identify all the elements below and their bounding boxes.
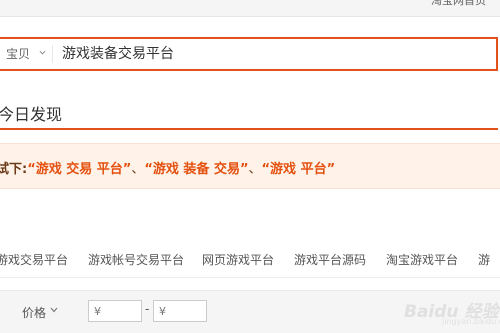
- search-input[interactable]: [62, 39, 482, 69]
- suggestion-line: 试下:“游戏 交易 平台”、“游戏 装备 交易”、“游戏 平台”: [0, 158, 335, 177]
- related-search-link[interactable]: 游: [478, 251, 490, 268]
- baidu-jingyan-watermark: Baidu 经验 jingyan.baidu.com: [402, 295, 500, 329]
- related-search-link[interactable]: 游戏帐号交易平台: [88, 251, 184, 268]
- chevron-down-icon: [39, 50, 46, 55]
- suggestion-keyword-2[interactable]: “游戏 装备 交易”: [144, 162, 248, 177]
- related-search-link[interactable]: 游戏交易平台: [0, 251, 68, 268]
- suggestion-separator: 、: [248, 162, 262, 177]
- suggestion-prefix: 试下:: [0, 162, 28, 177]
- suggestion-bar: 试下:“游戏 交易 平台”、“游戏 装备 交易”、“游戏 平台”: [0, 143, 500, 189]
- suggestion-separator: 、: [131, 162, 145, 177]
- suggestion-keyword-1[interactable]: “游戏 交易 平台”: [27, 162, 131, 177]
- top-bar: 淘宝网首页: [0, 0, 500, 17]
- search-type-label: 宝贝: [6, 47, 31, 61]
- related-searches: 游戏交易平台 游戏帐号交易平台 网页游戏平台 游戏平台源码 淘宝游戏平台 游: [0, 240, 500, 278]
- suggestion-keyword-3[interactable]: “游戏 平台”: [262, 162, 336, 177]
- taobao-home-link[interactable]: 淘宝网首页: [431, 0, 486, 8]
- related-search-link[interactable]: 游戏平台源码: [294, 251, 366, 268]
- related-search-link[interactable]: 网页游戏平台: [202, 251, 274, 268]
- price-max-input[interactable]: [153, 300, 207, 322]
- chevron-down-icon[interactable]: [50, 307, 58, 313]
- search-type-dropdown[interactable]: 宝贝: [2, 39, 50, 69]
- watermark-url: jingyan.baidu.com: [442, 317, 500, 326]
- search-results-page: 淘宝网首页 宝贝 今日发现 试下:“游戏 交易 平台”、“游戏 装备 交易”、“…: [0, 0, 500, 333]
- price-min-input[interactable]: [88, 300, 142, 322]
- price-sort[interactable]: 价格: [22, 304, 46, 321]
- related-search-link[interactable]: 淘宝游戏平台: [386, 251, 458, 268]
- discover-section: 今日发现: [0, 87, 498, 130]
- discover-title: 今日发现: [0, 105, 63, 124]
- price-range-dash: -: [145, 302, 150, 316]
- search-box: 宝贝: [0, 37, 498, 71]
- search-divider: [52, 45, 53, 63]
